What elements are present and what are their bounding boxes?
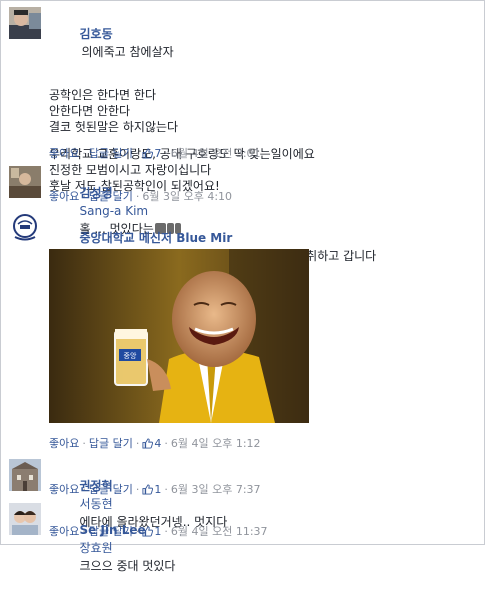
timestamp[interactable]: 6월 3일 오후 4:10 bbox=[142, 190, 232, 203]
like-link[interactable]: 좋아요 bbox=[49, 483, 79, 496]
comment-author[interactable]: 김호동 bbox=[80, 27, 113, 41]
thumbs-up-icon bbox=[142, 484, 154, 495]
like-count[interactable]: 4 bbox=[142, 437, 161, 450]
photo-image: 중앙 bbox=[49, 249, 309, 423]
thumbs-up-icon bbox=[142, 148, 154, 159]
timestamp[interactable]: 6월 3일 오후 7:37 bbox=[171, 483, 261, 496]
reply-link[interactable]: 답글 달기 bbox=[89, 437, 133, 450]
timestamp[interactable]: 6월 4일 오후 1:12 bbox=[171, 437, 261, 450]
comment-item: 중앙대학교 메신저 Blue Mir Kya~~ 역시 중앙대 교수님 클라스.… bbox=[9, 211, 477, 451]
reply-link[interactable]: 답글 달기 bbox=[89, 147, 133, 160]
reply-link[interactable]: 답글 달기 bbox=[89, 190, 133, 203]
comment-photo[interactable]: 중앙 bbox=[49, 249, 309, 423]
timestamp[interactable]: 6월 4일 오전 3:01 bbox=[171, 147, 261, 160]
thumbs-up-icon bbox=[142, 438, 154, 449]
avatar[interactable] bbox=[9, 211, 41, 243]
comment-author[interactable]: 중앙대학교 메신저 Blue Mir bbox=[80, 231, 233, 245]
thumbs-up-icon bbox=[142, 526, 154, 537]
comment-actions: 좋아요 · 답글 달기 · 7 · 6월 4일 오전 3:01 bbox=[49, 147, 261, 160]
like-link[interactable]: 좋아요 bbox=[49, 147, 79, 160]
reply-link[interactable]: 답글 달기 bbox=[89, 525, 133, 538]
like-count[interactable]: 1 bbox=[142, 483, 161, 496]
timestamp[interactable]: 6월 4일 오전 11:37 bbox=[171, 525, 268, 538]
avatar[interactable] bbox=[9, 503, 41, 535]
like-count[interactable]: 7 bbox=[142, 147, 161, 160]
avatar[interactable] bbox=[9, 459, 41, 491]
comment-item: 김성경 Sang-a Kim 홀 ... 멋있다는 좋아요 · 답글 달기 · 6월 3… bbox=[9, 166, 477, 236]
comment-paragraph: 공학인은 한다면 한다 안한다면 안한다 결코 헛된말은 하지않는다 bbox=[49, 88, 179, 134]
comment-body: 중앙대학교 메신저 Blue Mir Kya~~ 역시 중앙대 교수님 클라스.… bbox=[49, 211, 477, 423]
comment-text: 크으으 중대 멋있다 bbox=[79, 559, 176, 573]
avatar[interactable] bbox=[9, 7, 41, 39]
comment-actions: 좋아요 · 답글 달기 · 1 · 6월 3일 오후 7:37 bbox=[49, 483, 261, 496]
glass-logo: 중앙 bbox=[124, 352, 137, 360]
comment-actions: 좋아요 · 답글 달기 · 4 · 6월 4일 오후 1:12 bbox=[49, 437, 261, 450]
tagged-user[interactable]: 장효원 bbox=[80, 541, 113, 555]
comment-text: 의에죽고 참에살자 bbox=[81, 45, 174, 59]
comment-thread: 김호동 의에죽고 참에살자 공학인은 한다면 한다 안한다면 안한다 결코 헛된… bbox=[0, 0, 485, 573]
reply-link[interactable]: 답글 달기 bbox=[89, 483, 133, 496]
comment-item: 김호동 의에죽고 참에살자 공학인은 한다면 한다 안한다면 안한다 결코 헛된… bbox=[9, 7, 477, 193]
avatar[interactable] bbox=[9, 166, 41, 198]
like-count[interactable]: 1 bbox=[142, 525, 161, 538]
comment-actions: 좋아요 · 답글 달기 · 6월 3일 오후 4:10 bbox=[49, 190, 233, 203]
like-link[interactable]: 좋아요 bbox=[49, 437, 79, 450]
comment-body: Se Jin Lee 장효원 크으으 중대 멋있다 bbox=[49, 503, 477, 593]
comment-actions: 좋아요 · 답글 달기 · 1 · 6월 4일 오전 11:37 bbox=[49, 525, 268, 538]
comment-item: 권정혁 서동현 에타에 올라왔던거넹.. 멋지다 좋아요 · 답글 달기 · 1 · 6월 … bbox=[9, 459, 477, 529]
like-link[interactable]: 좋아요 bbox=[49, 525, 79, 538]
like-link[interactable]: 좋아요 bbox=[49, 190, 79, 203]
comment-item: Se Jin Lee 장효원 크으으 중대 멋있다 좋아요 · 답글 달기 · 1 · 6월… bbox=[9, 503, 477, 573]
